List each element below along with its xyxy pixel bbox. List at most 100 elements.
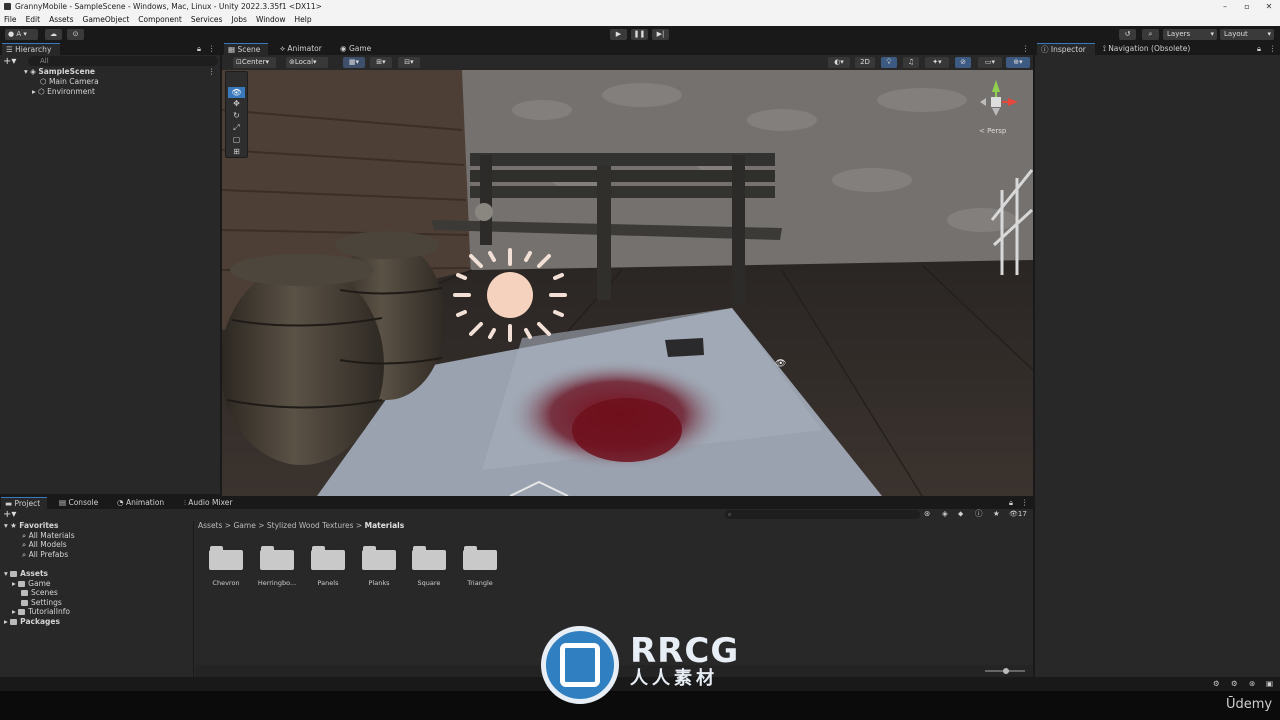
tab-console[interactable]: ▤ Console <box>55 497 105 509</box>
undo-history-icon[interactable]: ↺ <box>1119 29 1136 40</box>
bug-icon[interactable]: ⚙ <box>1231 679 1238 689</box>
folder-icon[interactable] <box>209 545 243 570</box>
more-icon[interactable]: ⋮ <box>208 44 216 54</box>
assets-item-tutorialinfo[interactable]: ▸ TutorialInfo <box>12 607 70 617</box>
folder-icon[interactable] <box>412 545 446 570</box>
menu-component[interactable]: Component <box>138 13 182 26</box>
cache-icon[interactable]: ⚙ <box>1213 679 1220 689</box>
gizmos-icon[interactable]: ⊕▾ <box>1006 57 1030 68</box>
packages-folder[interactable]: ▸ Packages <box>4 617 60 627</box>
maximize-icon[interactable]: ▫ <box>1236 0 1258 13</box>
space-dropdown[interactable]: ⊚Local▾ <box>286 57 328 68</box>
play-button[interactable]: ▶ <box>610 29 627 40</box>
menu-file[interactable]: File <box>4 13 17 26</box>
folder-icon[interactable] <box>311 545 345 570</box>
more-icon[interactable]: ⋮ <box>1269 44 1277 54</box>
assets-item-game[interactable]: ▸ Game <box>12 579 50 589</box>
tab-animation[interactable]: ◔ Animation <box>113 497 173 509</box>
folder-icon[interactable] <box>463 545 497 570</box>
menu-gameobject[interactable]: GameObject <box>83 13 130 26</box>
menu-services[interactable]: Services <box>191 13 223 26</box>
toggle-2d-button[interactable]: 2D <box>855 57 875 68</box>
tab-navigation[interactable]: ⟟ Navigation (Obsolete) <box>1099 43 1209 55</box>
pivot-dropdown[interactable]: ⊡Center▾ <box>233 57 276 68</box>
transform-tool-icon[interactable]: ⊞ <box>228 147 245 158</box>
menu-window[interactable]: Window <box>256 13 286 26</box>
projection-label[interactable]: < Persp <box>979 127 1006 135</box>
close-icon[interactable]: ✕ <box>1258 0 1280 13</box>
assets-folder[interactable]: ▾ Assets <box>4 569 48 579</box>
favorites-item[interactable]: ⌕ All Models <box>22 540 67 550</box>
snap-grid-icon[interactable]: ▦▾ <box>343 57 365 68</box>
star-icon[interactable]: ★ <box>993 509 1000 519</box>
menu-help[interactable]: Help <box>295 13 312 26</box>
hierarchy-search-input[interactable]: All <box>28 56 218 66</box>
menu-edit[interactable]: Edit <box>26 13 41 26</box>
increment-snap-icon[interactable]: ⊟▾ <box>398 57 420 68</box>
breadcrumb-materials[interactable]: Materials <box>365 521 405 530</box>
project-add-button[interactable]: +▾ <box>3 509 16 520</box>
project-search-input[interactable]: ⌕ <box>725 510 920 519</box>
lock-icon[interactable]: 🔒︎ <box>1009 498 1013 508</box>
hierarchy-item-main-camera[interactable]: ⬡ Main Camera <box>40 77 99 87</box>
favorites-folder[interactable]: ▾ ★ Favorites <box>4 521 58 531</box>
rect-tool-icon[interactable]: ▢ <box>228 135 245 146</box>
hidden-packages-count[interactable]: 👁︎17 <box>1009 509 1027 519</box>
hierarchy-item-environment[interactable]: ▸ ⬡ Environment <box>32 87 95 97</box>
audio-icon[interactable]: ♫ <box>903 57 919 68</box>
layers-dropdown[interactable]: Layers ▾ <box>1163 29 1217 40</box>
camera-icon[interactable]: ▭▾ <box>978 57 1002 68</box>
scene-root[interactable]: ▾ ◈ SampleScene <box>24 67 95 77</box>
move-tool-icon[interactable]: ✥ <box>228 99 245 110</box>
breadcrumb-game[interactable]: Game <box>233 521 255 530</box>
breadcrumb-assets[interactable]: Assets <box>198 521 222 530</box>
more-icon[interactable]: ⋮ <box>1021 498 1029 508</box>
account-dropdown[interactable]: ● A ▾ <box>5 29 38 40</box>
search-icon[interactable]: ⌕ <box>1142 29 1159 40</box>
assets-item-scenes[interactable]: Scenes <box>21 588 58 598</box>
layout-dropdown[interactable]: Layout ▾ <box>1220 29 1274 40</box>
view-tool-icon[interactable]: 👁︎ <box>228 87 245 98</box>
add-button[interactable]: +▾ <box>3 56 16 67</box>
favorites-item[interactable]: ⌕ All Materials <box>22 531 75 541</box>
favorites-item[interactable]: ⌕ All Prefabs <box>22 550 68 560</box>
more-icon[interactable]: ⋮ <box>1022 44 1030 54</box>
lighting-bake-icon[interactable]: ⊛ <box>1249 679 1255 689</box>
slider-handle[interactable] <box>1003 668 1009 674</box>
assets-item-settings[interactable]: Settings <box>21 598 62 608</box>
folder-icon[interactable] <box>260 545 294 570</box>
draw-mode-icon[interactable]: ◐▾ <box>828 57 850 68</box>
lighting-icon[interactable]: 💡︎ <box>881 57 897 68</box>
grid-snap-icon[interactable]: ⊞▾ <box>370 57 392 68</box>
minimize-icon[interactable]: – <box>1214 0 1236 13</box>
tag-icon[interactable]: ⬥ <box>958 509 963 519</box>
menu-jobs[interactable]: Jobs <box>231 13 246 26</box>
tab-game[interactable]: ◉ Game <box>336 43 376 55</box>
effects-icon[interactable]: ✦▾ <box>925 57 949 68</box>
breadcrumb-stylized[interactable]: Stylized Wood Textures <box>267 521 354 530</box>
search-by-type-icon[interactable]: ⊛ <box>924 509 930 519</box>
orientation-gizmo[interactable] <box>972 76 1027 134</box>
rotate-tool-icon[interactable]: ↻ <box>228 111 245 122</box>
collab-icon[interactable]: ⊙ <box>67 29 84 40</box>
scale-tool-icon[interactable]: ⤢ <box>228 123 245 134</box>
search-by-label-icon[interactable]: ◈ <box>942 509 948 519</box>
lock-icon[interactable]: 🔒︎ <box>1257 44 1261 54</box>
tab-inspector[interactable]: ⓘ Inspector <box>1037 43 1095 55</box>
tab-animator[interactable]: ⟡ Animator <box>276 43 328 55</box>
folder-icon[interactable] <box>362 545 396 570</box>
step-button[interactable]: ▶| <box>652 29 669 40</box>
menu-assets[interactable]: Assets <box>49 13 73 26</box>
pause-button[interactable]: ❚❚ <box>631 29 648 40</box>
lock-icon[interactable]: 🔒︎ <box>197 44 201 54</box>
tab-project[interactable]: ▬ Project <box>1 497 47 509</box>
notifications-icon[interactable]: ▣ <box>1266 679 1273 689</box>
tab-audio-mixer[interactable]: ⫶ Audio Mixer <box>180 497 242 509</box>
hidden-objects-icon[interactable]: ⊘ <box>955 57 971 68</box>
tab-hierarchy[interactable]: ☰ Hierarchy <box>2 43 60 55</box>
scene-viewport[interactable]: 👁︎ ✥ ↻ ⤢ ▢ ⊞ < Persp 👁︎ <box>222 70 1033 496</box>
scene-more-icon[interactable]: ⋮ <box>208 67 216 77</box>
tab-scene[interactable]: ▦ Scene <box>224 43 268 55</box>
cloud-icon[interactable]: ☁ <box>45 29 62 40</box>
info-icon[interactable]: ⓘ <box>975 509 983 519</box>
